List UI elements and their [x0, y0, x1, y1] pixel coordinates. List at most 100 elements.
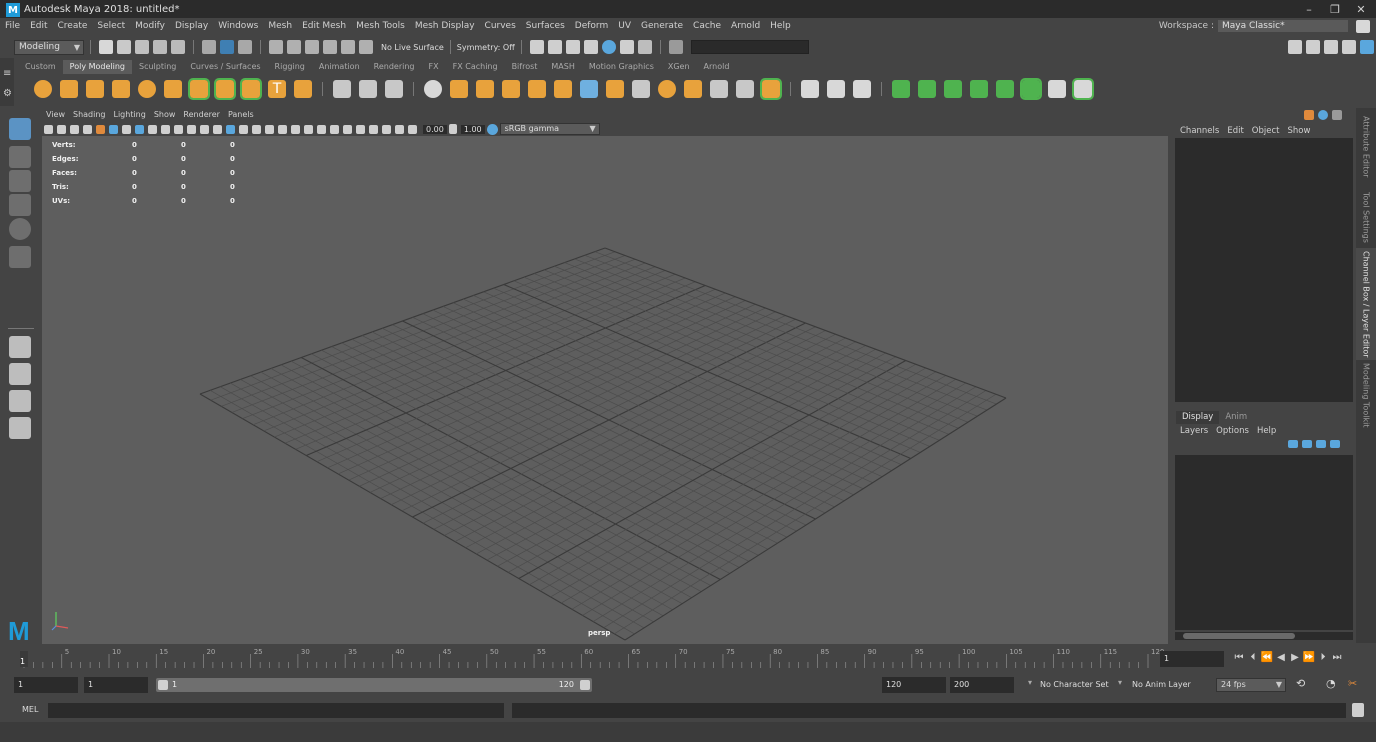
channel-box-toggle-icon[interactable]: [1304, 110, 1314, 120]
range-end-handle[interactable]: [580, 680, 590, 690]
character-controls-icon[interactable]: [1306, 40, 1320, 54]
playback-start-field[interactable]: 1: [84, 677, 148, 693]
viewport-menu-panels[interactable]: Panels: [224, 108, 258, 122]
viewport-tool-icon[interactable]: [265, 124, 274, 134]
shelf-tab-sculpting[interactable]: Sculpting: [132, 60, 183, 74]
animation-start-field[interactable]: 1: [14, 677, 78, 693]
viewport-tool-icon[interactable]: [135, 124, 144, 134]
viewport-tool-icon[interactable]: [161, 124, 170, 134]
shelf-tab-mash[interactable]: MASH: [544, 60, 581, 74]
menu-modify[interactable]: Modify: [130, 18, 170, 34]
menu-generate[interactable]: Generate: [636, 18, 688, 34]
viewport-tool-icon[interactable]: [304, 124, 313, 134]
restore-icon[interactable]: ❐: [1322, 0, 1348, 18]
viewport-tool-icon[interactable]: [122, 124, 131, 134]
close-icon[interactable]: ✕: [1348, 0, 1374, 18]
render-settings-icon[interactable]: [565, 40, 580, 54]
go-to-end-icon[interactable]: ⏭: [1330, 652, 1344, 663]
viewport-tool-icon[interactable]: [174, 124, 183, 134]
channel-box-menu-show[interactable]: Show: [1283, 124, 1314, 138]
undo-icon[interactable]: [153, 40, 167, 54]
viewport-menu-shading[interactable]: Shading: [69, 108, 110, 122]
menu-cache[interactable]: Cache: [688, 18, 726, 34]
knife-icon[interactable]: [801, 80, 819, 98]
layer-menu-layers[interactable]: Layers: [1176, 424, 1212, 438]
shelf-tab-rendering[interactable]: Rendering: [367, 60, 422, 74]
move-layer-down-icon[interactable]: [1302, 440, 1312, 448]
hypershade-icon[interactable]: [583, 40, 598, 54]
viewport-tool-icon[interactable]: [96, 124, 105, 134]
shelf-tab-curves-surfaces[interactable]: Curves / Surfaces: [183, 60, 267, 74]
animation-prefs-icon[interactable]: ✂: [1348, 677, 1357, 690]
persp-outliner-layout-icon[interactable]: [9, 390, 31, 412]
uv-unfold-icon[interactable]: [996, 80, 1014, 98]
move-tool-icon[interactable]: [9, 194, 31, 216]
poly-cylinder-icon[interactable]: [86, 80, 104, 98]
animation-end-field[interactable]: 200: [950, 677, 1014, 693]
quad-draw-icon[interactable]: [853, 80, 871, 98]
fps-dropdown[interactable]: 24 fps ▼: [1216, 678, 1286, 692]
input-mode-icon[interactable]: [668, 40, 683, 54]
go-to-start-icon[interactable]: ⏮: [1232, 652, 1246, 663]
viewport-tool-icon[interactable]: [382, 124, 391, 134]
menu-set-dropdown[interactable]: Modeling ▼: [14, 39, 84, 55]
menu-help[interactable]: Help: [765, 18, 796, 34]
rotate-tool-icon[interactable]: [9, 218, 31, 240]
viewport-tool-icon[interactable]: [57, 124, 66, 134]
quadrangulate-icon[interactable]: [710, 80, 728, 98]
menu-create[interactable]: Create: [53, 18, 93, 34]
step-back-key-icon[interactable]: ⏪: [1260, 652, 1274, 663]
viewport-tool-icon[interactable]: [395, 124, 404, 134]
channel-box-menu-channels[interactable]: Channels: [1176, 124, 1223, 138]
character-set-dropdown[interactable]: No Character Set: [1040, 680, 1109, 689]
viewport-tool-icon[interactable]: [70, 124, 79, 134]
scrollbar-thumb[interactable]: [1183, 633, 1295, 639]
layer-tab-display[interactable]: Display: [1176, 411, 1220, 424]
new-layer-selected-icon[interactable]: [1330, 440, 1340, 448]
viewport-tool-icon[interactable]: [239, 124, 248, 134]
gamma-field[interactable]: 1.00: [460, 124, 485, 134]
channel-box-area[interactable]: [1175, 138, 1353, 402]
select-component-icon[interactable]: [238, 40, 252, 54]
single-perspective-layout-icon[interactable]: [9, 336, 31, 358]
viewport-tool-icon[interactable]: [343, 124, 352, 134]
ipr-render-icon[interactable]: [547, 40, 562, 54]
shelf-tab-bifrost[interactable]: Bifrost: [505, 60, 545, 74]
menu-mesh-tools[interactable]: Mesh Tools: [351, 18, 410, 34]
current-frame-field[interactable]: 1: [1160, 651, 1224, 667]
channel-box-menu-edit[interactable]: Edit: [1223, 124, 1247, 138]
arnold-render-icon[interactable]: [619, 40, 634, 54]
viewport-menu-view[interactable]: View: [42, 108, 69, 122]
play-forwards-icon[interactable]: ▶: [1288, 652, 1302, 663]
poly-sphere-icon[interactable]: [34, 80, 52, 98]
separate-icon[interactable]: [359, 80, 377, 98]
shelf-tab-rigging[interactable]: Rigging: [268, 60, 312, 74]
layer-menu-help[interactable]: Help: [1253, 424, 1280, 438]
loop-icon[interactable]: ⟲: [1296, 677, 1305, 690]
menu-windows[interactable]: Windows: [213, 18, 263, 34]
bridge-icon[interactable]: [476, 80, 494, 98]
lock-icon[interactable]: [1356, 20, 1370, 33]
menu-mesh-display[interactable]: Mesh Display: [410, 18, 480, 34]
menu-deform[interactable]: Deform: [570, 18, 613, 34]
viewport-tool-icon[interactable]: [83, 124, 92, 134]
current-time-indicator[interactable]: 1: [20, 651, 28, 667]
redo-icon[interactable]: [171, 40, 185, 54]
viewport-tool-icon[interactable]: [369, 124, 378, 134]
connect-icon[interactable]: [827, 80, 845, 98]
side-tab-modeling-toolkit[interactable]: Modeling Toolkit: [1356, 360, 1376, 430]
modeling-toolkit-icon[interactable]: [1288, 40, 1302, 54]
layer-tab-anim[interactable]: Anim: [1219, 411, 1253, 424]
smooth-icon[interactable]: [385, 80, 403, 98]
uv-automatic-icon[interactable]: [970, 80, 988, 98]
range-start-handle[interactable]: [158, 680, 168, 690]
step-forward-key-icon[interactable]: ⏩: [1302, 652, 1316, 663]
step-forward-frame-icon[interactable]: ⏵: [1316, 652, 1330, 663]
menu-mesh[interactable]: Mesh: [263, 18, 297, 34]
shelf-tab-custom[interactable]: Custom: [18, 60, 63, 74]
type-tool-icon[interactable]: T: [268, 80, 286, 98]
four-view-layout-icon[interactable]: [9, 363, 31, 385]
fill-hole-icon[interactable]: [554, 80, 572, 98]
pause-icon[interactable]: [637, 40, 652, 54]
chevron-down-icon[interactable]: ▾: [1028, 678, 1032, 687]
